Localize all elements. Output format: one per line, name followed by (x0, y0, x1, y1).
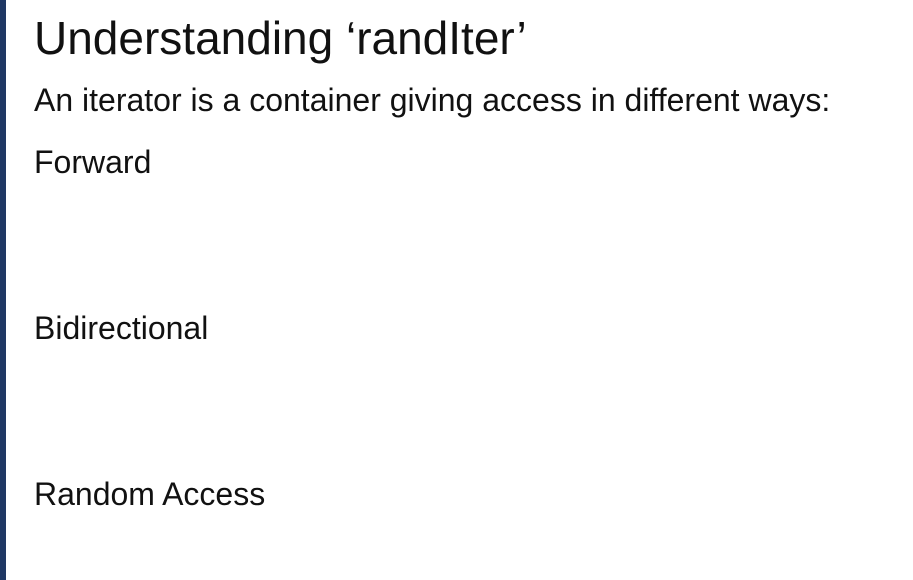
list-item-random-access: Random Access (34, 476, 266, 512)
accent-bar (0, 0, 6, 580)
slide-title: Understanding ‘randIter’ (34, 12, 527, 64)
list-item-forward: Forward (34, 144, 152, 180)
list-item-bidirectional: Bidirectional (34, 310, 209, 346)
slide-intro-text: An iterator is a container giving access… (34, 82, 831, 118)
slide: Understanding ‘randIter’ An iterator is … (0, 0, 913, 580)
